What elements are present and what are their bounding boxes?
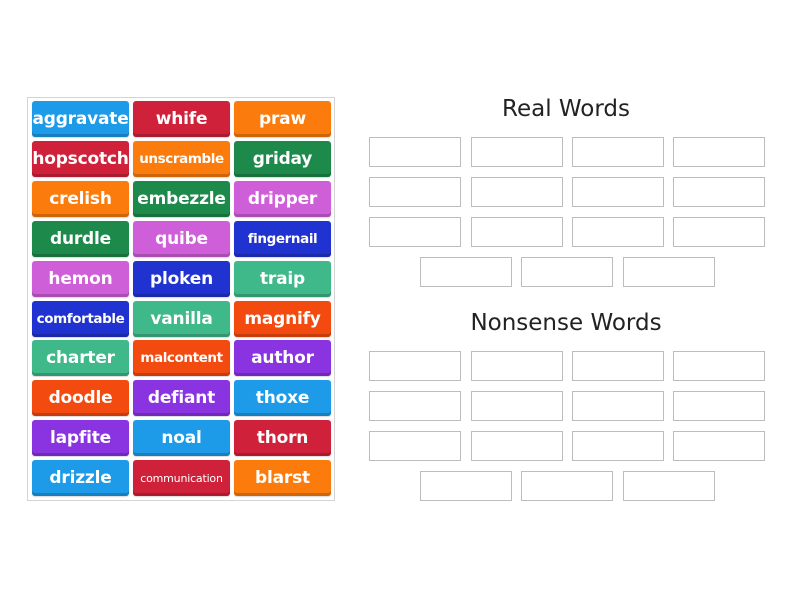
word-card-lapfite[interactable]: lapfite (32, 420, 129, 457)
nonsense-words-drop-slot[interactable] (521, 471, 613, 501)
word-card-thorn[interactable]: thorn (234, 420, 331, 457)
nonsense-words-drop-slot[interactable] (673, 351, 765, 381)
word-card-charter[interactable]: charter (32, 340, 129, 377)
real-words-drop-slot[interactable] (623, 257, 715, 287)
word-card-praw[interactable]: praw (234, 101, 331, 137)
nonsense-words-drop-slot[interactable] (369, 351, 461, 381)
nonsense-words-drop-slot[interactable] (471, 391, 563, 421)
nonsense-words-drop-slot[interactable] (471, 431, 563, 461)
word-card-griday[interactable]: griday (234, 140, 331, 177)
real-words-drop-slot[interactable] (673, 217, 765, 247)
real-words-drop-slot[interactable] (369, 217, 461, 247)
word-card-hopscotch[interactable]: hopscotch (32, 140, 129, 177)
nonsense-words-drop-slot[interactable] (673, 391, 765, 421)
real-words-drop-slot[interactable] (369, 177, 461, 207)
word-card-thoxe[interactable]: thoxe (234, 380, 331, 417)
nonsense-words-drop-slot[interactable] (623, 471, 715, 501)
real-words-drop-slot[interactable] (572, 217, 664, 247)
word-card-doodle[interactable]: doodle (32, 380, 129, 417)
nonsense-words-drop-slot[interactable] (471, 351, 563, 381)
word-card-magnify[interactable]: magnify (234, 300, 331, 337)
word-card-ploken[interactable]: ploken (133, 260, 230, 297)
word-card-traip[interactable]: traip (234, 260, 331, 297)
nonsense-words-drop-slot[interactable] (572, 351, 664, 381)
word-card-embezzle[interactable]: embezzle (133, 180, 230, 217)
nonsense-words-drop-slot[interactable] (369, 391, 461, 421)
word-card-communication[interactable]: communication (133, 460, 230, 497)
word-card-author[interactable]: author (234, 340, 331, 377)
group-heading-real-words: Real Words (502, 96, 630, 122)
word-card-fingernail[interactable]: fingernail (234, 220, 331, 257)
real-words-drop-slot[interactable] (673, 137, 765, 167)
real-words-drop-slot[interactable] (471, 217, 563, 247)
word-card-unscramble[interactable]: unscramble (133, 140, 230, 177)
word-card-dripper[interactable]: dripper (234, 180, 331, 217)
nonsense-words-drop-slot[interactable] (673, 431, 765, 461)
real-words-drop-slot[interactable] (673, 177, 765, 207)
word-card-malcontent[interactable]: malcontent (133, 340, 230, 377)
nonsense-words-drop-slot[interactable] (572, 431, 664, 461)
word-card-comfortable[interactable]: comfortable (32, 300, 129, 337)
word-card-noal[interactable]: noal (133, 420, 230, 457)
nonsense-words-drop-slot[interactable] (572, 391, 664, 421)
word-card-defiant[interactable]: defiant (133, 380, 230, 417)
word-card-blarst[interactable]: blarst (234, 460, 331, 497)
word-card-crelish[interactable]: crelish (32, 180, 129, 217)
nonsense-words-drop-slot[interactable] (369, 431, 461, 461)
real-words-drop-slot[interactable] (471, 177, 563, 207)
word-card-drizzle[interactable]: drizzle (32, 460, 129, 497)
word-card-quibe[interactable]: quibe (133, 220, 230, 257)
word-card-whife[interactable]: whife (133, 101, 230, 137)
word-card-durdle[interactable]: durdle (32, 220, 129, 257)
real-words-drop-slot[interactable] (572, 137, 664, 167)
nonsense-words-drop-slot[interactable] (420, 471, 512, 501)
real-words-drop-slot[interactable] (420, 257, 512, 287)
word-card-aggravate[interactable]: aggravate (32, 101, 129, 137)
real-words-drop-slot[interactable] (471, 137, 563, 167)
word-card-vanilla[interactable]: vanilla (133, 300, 230, 337)
word-card-hemon[interactable]: hemon (32, 260, 129, 297)
real-words-drop-slot[interactable] (521, 257, 613, 287)
group-heading-nonsense-words: Nonsense Words (470, 310, 662, 336)
real-words-drop-slot[interactable] (572, 177, 664, 207)
real-words-drop-slot[interactable] (369, 137, 461, 167)
